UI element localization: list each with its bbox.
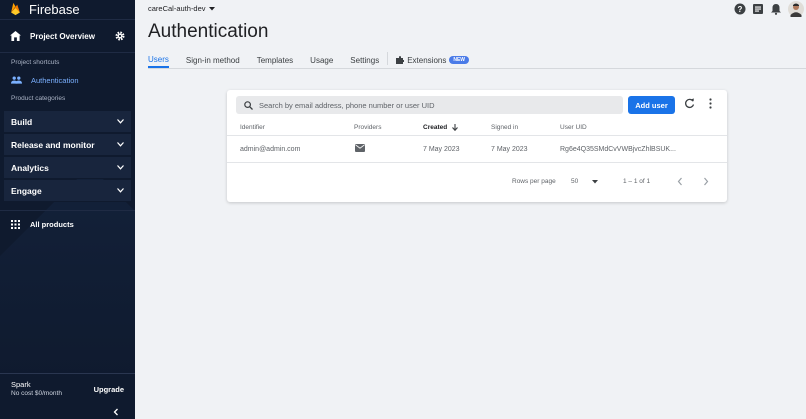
sidebar: Firebase Project Overview Project shortc… xyxy=(0,0,135,419)
all-products-link[interactable]: All products xyxy=(0,215,135,233)
cell-identifier: admin@admin.com xyxy=(240,146,301,153)
project-selector[interactable]: careCal-auth-dev xyxy=(148,4,215,13)
category-label: Release and monitor xyxy=(11,139,95,150)
category-build[interactable]: Build xyxy=(4,111,131,133)
tab-bar: Users Sign-in method Templates Usage Set… xyxy=(148,52,806,69)
page-title: Authentication xyxy=(148,21,269,42)
grid-icon xyxy=(11,219,20,229)
users-icon xyxy=(11,76,22,84)
add-user-button[interactable]: Add user xyxy=(628,96,675,114)
extensions-icon xyxy=(396,56,405,64)
tab-settings[interactable]: Settings xyxy=(350,52,379,68)
col-providers: Providers xyxy=(354,124,382,131)
chevron-right-icon[interactable] xyxy=(703,177,709,186)
gear-icon[interactable] xyxy=(115,31,125,41)
more-vert-icon[interactable] xyxy=(708,98,713,109)
search-bar[interactable] xyxy=(236,96,623,114)
tab-usage[interactable]: Usage xyxy=(310,52,333,68)
new-badge: NEW xyxy=(449,56,470,64)
category-label: Build xyxy=(11,116,33,127)
refresh-icon[interactable] xyxy=(684,98,695,109)
firebase-logo[interactable]: Firebase xyxy=(0,0,135,18)
search-input[interactable] xyxy=(259,100,609,110)
help-icon[interactable]: ? xyxy=(734,3,746,15)
col-identifier[interactable]: Identifier xyxy=(240,124,265,131)
category-analytics[interactable]: Analytics xyxy=(4,157,131,179)
project-overview-label: Project Overview xyxy=(30,31,95,41)
caret-down-icon xyxy=(592,179,599,183)
tab-extensions[interactable]: Extensions NEW xyxy=(396,52,470,68)
chevron-down-icon xyxy=(117,165,124,170)
flame-icon xyxy=(11,2,20,16)
col-created[interactable]: Created xyxy=(423,124,459,131)
cell-signed-in: 7 May 2023 xyxy=(491,146,528,153)
pagination: Rows per page 50 1 – 1 of 1 xyxy=(227,174,727,190)
plan-name: Spark xyxy=(11,380,31,389)
upgrade-button[interactable]: Upgrade xyxy=(94,385,124,397)
sidebar-item-label: Authentication xyxy=(31,75,79,85)
brand-name: Firebase xyxy=(29,1,80,17)
category-label: Analytics xyxy=(11,162,49,173)
chevron-left-icon[interactable] xyxy=(112,408,120,416)
tab-users[interactable]: Users xyxy=(148,52,169,68)
tab-divider xyxy=(387,52,389,65)
tab-extensions-label: Extensions xyxy=(407,55,447,65)
cell-created: 7 May 2023 xyxy=(423,146,460,153)
plan-cost: No cost $0/month xyxy=(11,390,62,397)
chevron-down-icon xyxy=(117,119,124,124)
cell-user-uid[interactable]: Rg6e4Q35SMdCvVWBjvcZhlBSUK... xyxy=(560,146,676,153)
categories-title: Product categories xyxy=(11,95,66,102)
page-range: 1 – 1 of 1 xyxy=(623,178,651,185)
tab-templates[interactable]: Templates xyxy=(257,52,293,68)
home-icon xyxy=(10,31,21,41)
svg-text:?: ? xyxy=(738,5,743,14)
plan-section: Spark No cost $0/month Upgrade xyxy=(0,373,135,403)
table-row[interactable]: admin@admin.com 7 May 2023 7 May 2023 Rg… xyxy=(227,137,727,163)
col-created-label: Created xyxy=(423,124,448,131)
category-label: Engage xyxy=(11,185,42,196)
project-name: careCal-auth-dev xyxy=(148,4,206,13)
search-icon xyxy=(244,100,253,110)
bell-icon[interactable] xyxy=(770,3,782,15)
chevron-left-icon[interactable] xyxy=(677,177,683,186)
avatar[interactable] xyxy=(788,1,804,17)
col-user-uid: User UID xyxy=(560,124,587,131)
shortcuts-title: Project shortcuts xyxy=(11,59,60,66)
rows-per-page-value: 50 xyxy=(571,178,579,185)
users-card: Add user Identifier Providers Created Si… xyxy=(227,90,727,202)
tab-sign-in-method[interactable]: Sign-in method xyxy=(186,52,240,68)
col-signed-in[interactable]: Signed in xyxy=(491,124,518,131)
all-products-label: All products xyxy=(30,219,74,229)
sidebar-item-authentication[interactable]: Authentication xyxy=(0,73,135,87)
arrow-down-icon xyxy=(452,124,459,131)
top-bar: careCal-auth-dev ? xyxy=(135,0,806,18)
category-release-and-monitor[interactable]: Release and monitor xyxy=(4,134,131,156)
chevron-down-icon xyxy=(117,142,124,147)
table-header: Identifier Providers Created Signed in U… xyxy=(227,121,727,136)
email-icon xyxy=(355,144,365,154)
release-notes-icon[interactable] xyxy=(752,3,764,15)
rows-per-page-select[interactable]: 50 xyxy=(571,178,599,185)
caret-down-icon xyxy=(208,6,215,10)
category-engage[interactable]: Engage xyxy=(4,180,131,202)
chevron-down-icon xyxy=(117,188,124,193)
rows-per-page-label: Rows per page xyxy=(512,178,556,185)
project-overview-link[interactable]: Project Overview xyxy=(0,19,135,53)
